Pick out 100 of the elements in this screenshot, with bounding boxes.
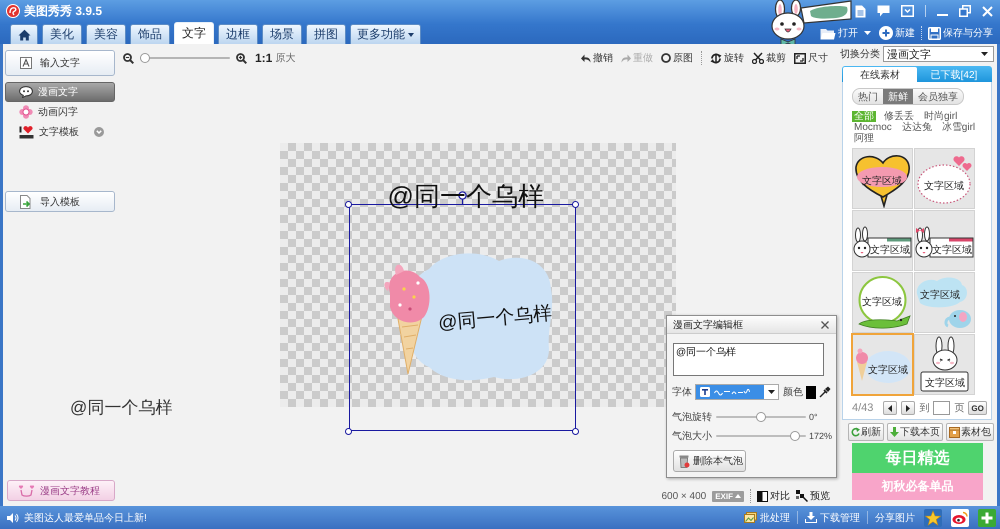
share-image-button[interactable]: 分享图片 bbox=[875, 510, 915, 524]
previous-page-button[interactable] bbox=[883, 401, 898, 415]
chat-icon[interactable] bbox=[877, 5, 890, 17]
tag-link[interactable]: 冰雪girl bbox=[940, 122, 978, 133]
menu-tab[interactable]: 更多功能 bbox=[350, 24, 421, 44]
slider-thumb[interactable] bbox=[140, 53, 150, 63]
tab[interactable]: 边框 bbox=[218, 24, 258, 44]
filter-tab[interactable]: 会员独享 bbox=[913, 89, 963, 104]
document-icon[interactable] bbox=[855, 4, 866, 18]
bubble-text-field[interactable]: @同一个乌样 bbox=[673, 343, 824, 376]
tag-link[interactable]: Mocmoc bbox=[852, 122, 894, 133]
tutorial-button[interactable]: 漫画文字教程 bbox=[7, 480, 115, 501]
home-icon bbox=[18, 28, 30, 40]
input-text-button[interactable]: 输入文字 bbox=[5, 50, 115, 76]
rotation-slider[interactable] bbox=[716, 412, 806, 422]
new-button[interactable]: 新建 bbox=[879, 26, 915, 40]
zoom-in-icon[interactable] bbox=[236, 52, 247, 64]
tag-link[interactable]: 修丢丢 bbox=[882, 111, 916, 122]
star-icon[interactable] bbox=[924, 508, 942, 526]
tab[interactable]: 场景 bbox=[262, 24, 302, 44]
tag-link[interactable]: 时尚girl bbox=[922, 111, 960, 122]
sticker-caption: 文字区域 bbox=[870, 245, 910, 256]
crop-button[interactable]: 裁剪 bbox=[752, 51, 786, 65]
original-image-button[interactable]: 原图 bbox=[661, 51, 693, 65]
slider-thumb[interactable] bbox=[790, 431, 800, 441]
zoom-out-icon[interactable] bbox=[123, 52, 134, 64]
next-page-button[interactable] bbox=[901, 401, 916, 415]
tab[interactable]: 美化 bbox=[42, 24, 82, 44]
tab[interactable]: 饰品 bbox=[130, 24, 170, 44]
open-button[interactable]: 打开 bbox=[820, 26, 858, 40]
page-input-field[interactable] bbox=[933, 401, 950, 415]
tab[interactable]: 文字 bbox=[174, 22, 214, 44]
delete-bubble-button[interactable]: 删除本气泡 bbox=[673, 450, 746, 472]
resize-handle[interactable] bbox=[572, 200, 579, 208]
undo-button[interactable]: 撤销 bbox=[581, 51, 613, 65]
sticker-tile[interactable]: 文字区域 bbox=[914, 210, 975, 271]
plus-icon[interactable] bbox=[978, 508, 996, 526]
download-manager-button[interactable]: 下载管理 bbox=[805, 510, 860, 524]
tag-link[interactable]: 阿狸 bbox=[852, 133, 876, 144]
color-swatch[interactable] bbox=[806, 386, 816, 398]
window-icon[interactable] bbox=[901, 5, 914, 17]
sticker-tile[interactable]: 文字区域 bbox=[852, 210, 913, 271]
window-title: 美图秀秀 3.9.5 bbox=[24, 2, 102, 20]
filter-tab[interactable]: 热门 bbox=[853, 89, 883, 104]
font-dropdown[interactable] bbox=[695, 384, 779, 400]
font-preview-drawing bbox=[714, 388, 750, 396]
resize-handle[interactable] bbox=[572, 428, 579, 434]
preview-icon bbox=[796, 490, 808, 502]
workspace-text[interactable]: @同一个乌样 bbox=[70, 399, 172, 418]
compare-button[interactable]: 对比 bbox=[757, 489, 790, 503]
text-type-item[interactable]: 文字模板 bbox=[5, 122, 115, 142]
speech-bubble-icon bbox=[19, 86, 33, 98]
restore-icon[interactable] bbox=[959, 5, 971, 17]
preview-button[interactable]: 预览 bbox=[796, 489, 830, 503]
rotate-button[interactable]: 旋转 bbox=[710, 51, 744, 65]
sticker-tile[interactable]: 文字区域 bbox=[914, 334, 975, 395]
slider-thumb[interactable] bbox=[756, 412, 766, 422]
caret-icon[interactable] bbox=[864, 31, 871, 35]
tab[interactable]: 拼图 bbox=[306, 24, 346, 44]
sticker-tile[interactable]: 文字区域 bbox=[852, 334, 913, 395]
tab[interactable]: 美容 bbox=[86, 24, 126, 44]
eye-icon[interactable] bbox=[951, 508, 969, 526]
page-unit-label: 页 bbox=[954, 402, 964, 415]
import-template-button[interactable]: 导入模板 bbox=[5, 191, 115, 212]
page-number: 4/43 bbox=[852, 402, 874, 414]
text-type-item[interactable]: 动画闪字 bbox=[5, 102, 115, 122]
resize-handle[interactable] bbox=[345, 200, 352, 208]
tag-link[interactable]: 达达兔 bbox=[900, 122, 934, 133]
filter-tab[interactable]: 新鲜 bbox=[883, 89, 913, 104]
go-button[interactable]: GO bbox=[968, 401, 987, 415]
size-button[interactable]: 尺寸 bbox=[794, 51, 828, 65]
size-slider[interactable] bbox=[716, 431, 806, 441]
speaker-icon[interactable] bbox=[7, 512, 19, 522]
bunny-mascot-drawing bbox=[771, 0, 805, 47]
eyedropper-icon[interactable] bbox=[819, 386, 831, 398]
slider-reading: 0° bbox=[809, 412, 818, 422]
save-share-button[interactable]: 保存与分享 bbox=[928, 26, 993, 40]
source-tab[interactable]: 在线素材 bbox=[843, 67, 917, 82]
chevron-down-icon[interactable] bbox=[94, 127, 104, 137]
bubble-text[interactable]: @同一个乌样 bbox=[436, 304, 552, 333]
batch-button[interactable]: 批处理 bbox=[744, 510, 790, 524]
close-icon[interactable] bbox=[821, 320, 829, 328]
slider-reading: 172% bbox=[809, 431, 832, 441]
compare-icon bbox=[757, 490, 768, 502]
package-icon bbox=[949, 426, 960, 438]
actual-size-button[interactable]: 1:1 原大 bbox=[255, 51, 296, 65]
sticker-tile[interactable]: 文字区域 bbox=[914, 272, 975, 333]
refresh-button[interactable]: 刷新 bbox=[848, 423, 884, 441]
slider-label: 气泡旋转 bbox=[672, 410, 713, 424]
zoom-slider[interactable] bbox=[140, 53, 230, 63]
category-dropdown[interactable]: 漫画文字 bbox=[883, 46, 994, 62]
sticker-tile[interactable]: 文字区域 bbox=[852, 272, 913, 333]
font-icon bbox=[700, 387, 710, 397]
sticker-tile[interactable]: 文字区域 bbox=[914, 148, 975, 209]
material-pack-button[interactable]: 素材包 bbox=[946, 423, 994, 441]
download-page-button[interactable]: 下载本页 bbox=[887, 423, 943, 441]
resize-handle[interactable] bbox=[345, 428, 352, 434]
news-ticker[interactable]: 美图达人最爱单品今日上新! bbox=[24, 510, 147, 524]
caret-icon bbox=[981, 52, 988, 56]
home-tab[interactable] bbox=[10, 24, 38, 44]
